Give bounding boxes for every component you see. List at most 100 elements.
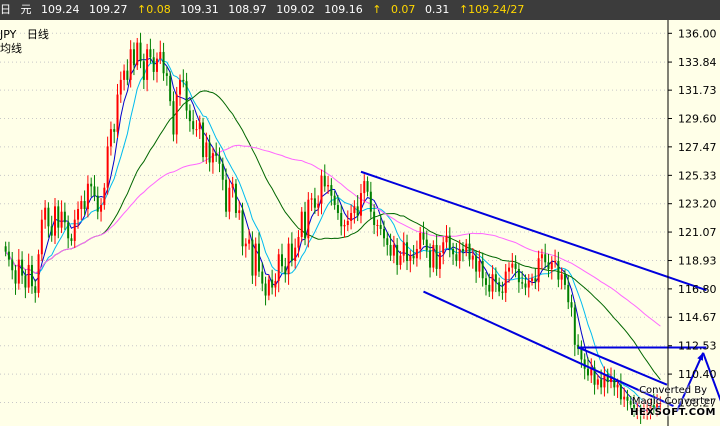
y-tick-label: 114.67: [678, 311, 717, 324]
ma-line-ma5: [5, 56, 661, 412]
candle-body: [534, 278, 537, 283]
candle-body: [129, 49, 132, 80]
candle-body: [188, 110, 191, 122]
candle-body: [573, 307, 576, 345]
candle-body: [399, 255, 402, 265]
candle-body: [103, 187, 106, 206]
candle-body: [313, 198, 316, 208]
candle-body: [234, 183, 237, 214]
candle-body: [152, 57, 155, 72]
candle-body: [241, 210, 244, 247]
open-value: 109.24: [41, 3, 80, 16]
candle-body: [471, 255, 474, 260]
candle-body: [192, 121, 195, 130]
candle-body: [126, 70, 129, 80]
candle-body: [356, 206, 359, 216]
candle-body: [623, 396, 626, 400]
candle-body: [310, 198, 313, 200]
candle-body: [504, 271, 507, 293]
candle-body: [195, 129, 198, 131]
candle-body: [517, 268, 520, 283]
candle-body: [119, 79, 122, 95]
candlestick-chart: 136.00 133.84 131.73 129.60 127.47 125.33 123.…: [0, 20, 720, 426]
candle-body: [208, 142, 211, 163]
candle-body: [300, 211, 303, 237]
candle-body: [336, 205, 339, 214]
candle-body: [330, 185, 333, 196]
candle-body: [179, 79, 182, 95]
candle-body: [225, 179, 228, 212]
value-5: 109.02: [276, 3, 315, 16]
watermark-line1: Converted By: [639, 385, 708, 396]
candle-body: [429, 250, 432, 268]
candle-body: [185, 81, 188, 111]
candle-body: [116, 94, 119, 132]
candle-body: [445, 235, 448, 243]
candle-body: [547, 262, 550, 269]
candle-body: [603, 374, 606, 388]
candle-body: [511, 263, 514, 268]
candle-body: [267, 279, 270, 296]
candle-body: [531, 278, 534, 281]
candle-body: [461, 248, 464, 252]
candle-body: [90, 183, 93, 187]
candle-body: [17, 259, 20, 284]
trend-lines: [360, 170, 720, 412]
candle-body: [379, 224, 382, 229]
candle-body: [626, 396, 629, 401]
candle-body: [70, 238, 73, 241]
candle-body: [30, 264, 33, 287]
unit-label: 元: [20, 3, 32, 16]
candle-body: [435, 244, 438, 269]
candle-body: [554, 260, 557, 263]
candle-body: [254, 243, 257, 276]
candle-body: [248, 239, 251, 244]
candle-body: [448, 235, 451, 249]
y-tick-label: 133.84: [678, 56, 717, 69]
candle-body: [228, 187, 231, 212]
y-tick-label: 131.73: [678, 84, 717, 97]
candle-body: [475, 255, 478, 272]
candle-body: [350, 213, 353, 222]
candle-body: [297, 236, 300, 248]
y-tick-label: 127.47: [678, 141, 717, 154]
candle-body: [290, 243, 293, 261]
candles: [4, 32, 662, 425]
candle-body: [50, 226, 53, 236]
y-tick-label: 118.93: [678, 255, 717, 268]
candle-body: [333, 195, 336, 206]
candle-body: [142, 61, 145, 80]
candle-body: [172, 101, 175, 135]
candle-body: [139, 42, 142, 62]
candle-body: [47, 207, 50, 227]
candle-body: [155, 58, 158, 72]
candle-body: [340, 213, 343, 227]
price-axis: 136.00 133.84 131.73 129.60 127.47 125.33 123.…: [667, 20, 717, 426]
candle-body: [24, 275, 27, 288]
candle-body: [600, 379, 603, 388]
candle-body: [432, 244, 435, 268]
candle-body: [392, 244, 395, 256]
candle-body: [182, 79, 185, 82]
candle-body: [277, 254, 280, 281]
arrow-up-icon: ↑: [137, 3, 147, 16]
y-tick-label: 123.20: [678, 198, 717, 211]
candle-body: [11, 259, 14, 271]
candle-body: [136, 42, 139, 66]
candle-body: [169, 75, 172, 102]
y-tick-label: 110.40: [678, 368, 717, 381]
ma-label: 均线: [0, 42, 22, 55]
candle-body: [317, 203, 320, 208]
candle-body: [323, 175, 326, 187]
change-value: 0.07: [390, 3, 416, 16]
candle-body: [284, 266, 287, 275]
candle-body: [458, 248, 461, 261]
candle-body: [100, 205, 103, 212]
candle-body: [369, 191, 372, 212]
candle-body: [113, 129, 116, 132]
candle-body: [442, 242, 445, 253]
ma-line-ma30: [5, 90, 661, 381]
candle-body: [508, 267, 511, 272]
candle-body: [21, 259, 24, 276]
candle-body: [382, 228, 385, 239]
